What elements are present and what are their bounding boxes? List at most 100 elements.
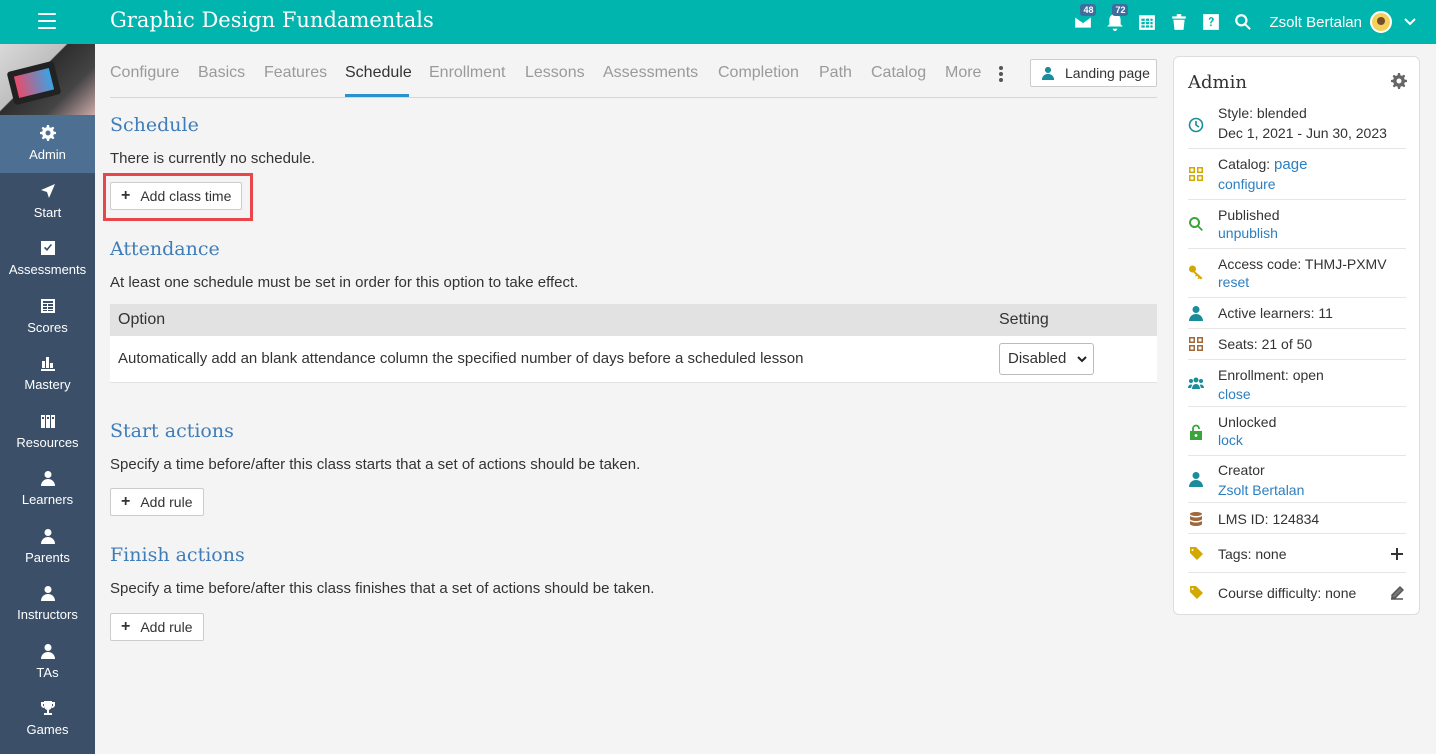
- trash-icon[interactable]: [1167, 10, 1191, 34]
- sidebar-item-learners[interactable]: Learners: [0, 460, 95, 518]
- menu-icon[interactable]: [38, 13, 56, 29]
- gear-icon[interactable]: [1391, 73, 1407, 89]
- sidebar-item-label: Assessments: [8, 262, 87, 278]
- help-icon[interactable]: [1199, 10, 1223, 34]
- style-label: Style: blended: [1218, 105, 1307, 121]
- calendar-icon[interactable]: [1135, 10, 1159, 34]
- tab-assessments[interactable]: Assessments: [603, 64, 698, 82]
- finish-actions-text: Specify a time before/after this class f…: [110, 580, 655, 597]
- start-actions-title: Start actions: [110, 420, 234, 442]
- sidebar-item-label: Start: [33, 204, 62, 220]
- notifications-icon[interactable]: 72: [1103, 4, 1129, 34]
- tab-path[interactable]: Path: [819, 64, 852, 82]
- sidebar-item-admin[interactable]: Admin: [0, 115, 95, 173]
- creator-link[interactable]: Zsolt Bertalan: [1218, 482, 1304, 498]
- sidebar-item-resources[interactable]: Resources: [0, 403, 95, 461]
- tab-configure[interactable]: Configure: [110, 64, 179, 82]
- add-finish-rule-button[interactable]: + Add rule: [110, 613, 204, 641]
- tab-completion[interactable]: Completion: [718, 64, 799, 82]
- tags-row: Tags: none: [1188, 535, 1406, 573]
- gear-icon: [39, 125, 56, 142]
- reset-link[interactable]: reset: [1218, 274, 1249, 290]
- sidebar-item-instructors[interactable]: Instructors: [0, 575, 95, 633]
- sidebar-item-scores[interactable]: Scores: [0, 288, 95, 346]
- catalog-label: Catalog:: [1218, 156, 1271, 172]
- messages-badge: 48: [1080, 4, 1097, 16]
- group-icon: [1188, 377, 1204, 389]
- sidebar-item-label: Instructors: [17, 607, 78, 623]
- tab-enrollment[interactable]: Enrollment: [429, 64, 505, 82]
- creator-row: Creator Zsolt Bertalan: [1188, 457, 1406, 503]
- difficulty-label: Course difficulty: none: [1218, 585, 1357, 601]
- top-toolbar: 48 72 Zsolt Bertalan: [1071, 0, 1436, 44]
- panel-title: Admin: [1188, 72, 1247, 93]
- tab-more[interactable]: More: [945, 64, 981, 82]
- sidebar-item-assessments[interactable]: Assessments: [0, 230, 95, 288]
- attendance-setting-value: Disabled: [1008, 350, 1067, 367]
- gradebook-icon: [40, 298, 55, 313]
- attendance-setting-select[interactable]: Disabled: [999, 343, 1094, 375]
- page-title: Graphic Design Fundamentals: [110, 8, 434, 32]
- books-icon: [40, 414, 55, 428]
- search-icon: [1189, 217, 1203, 231]
- messages-icon[interactable]: 48: [1071, 4, 1097, 34]
- database-icon: [1190, 512, 1202, 526]
- person-icon: [40, 471, 55, 487]
- chevron-down-icon[interactable]: [1404, 16, 1416, 28]
- attendance-table: Option Setting Automatically add an blan…: [110, 304, 1157, 383]
- sidebar-item-label: Mastery: [24, 377, 71, 393]
- table-row: Automatically add an blank attendance co…: [110, 336, 1157, 382]
- sidebar-item-tas[interactable]: TAs: [0, 633, 95, 691]
- checkbox-icon: [40, 241, 55, 256]
- add-rule-label: Add rule: [140, 494, 193, 510]
- arrow-icon: [40, 183, 55, 198]
- tab-catalog[interactable]: Catalog: [871, 64, 926, 82]
- style-row: Style: blended Dec 1, 2021 - Jun 30, 202…: [1188, 105, 1406, 149]
- person-icon: [1189, 306, 1203, 321]
- landing-page-button[interactable]: Landing page: [1030, 59, 1157, 87]
- add-start-rule-button[interactable]: + Add rule: [110, 488, 204, 516]
- catalog-label-line: Catalog: page: [1218, 156, 1307, 173]
- tab-lessons[interactable]: Lessons: [525, 64, 585, 82]
- landing-page-label: Landing page: [1065, 65, 1150, 81]
- lms-id-row: LMS ID: 124834: [1188, 504, 1406, 534]
- user-name[interactable]: Zsolt Bertalan: [1269, 14, 1362, 31]
- sidebar-item-games[interactable]: Games: [0, 690, 95, 748]
- sidebar-item-label: Admin: [29, 147, 66, 163]
- catalog-grid-icon: [1189, 167, 1203, 181]
- tab-schedule[interactable]: Schedule: [345, 64, 412, 82]
- sidebar-item-label: Resources: [16, 434, 79, 450]
- key-icon: [1189, 265, 1203, 280]
- course-tabs: Configure Basics Features Schedule Enrol…: [110, 54, 1157, 98]
- unpublish-link[interactable]: unpublish: [1218, 225, 1278, 241]
- tab-basics[interactable]: Basics: [198, 64, 245, 82]
- col-setting: Setting: [999, 311, 1049, 328]
- catalog-page-link[interactable]: page: [1274, 156, 1307, 173]
- add-tag-icon[interactable]: [1390, 547, 1404, 561]
- unlocked-label: Unlocked: [1218, 414, 1277, 430]
- enrollment-row: Enrollment: open close: [1188, 361, 1406, 407]
- person-icon: [1189, 472, 1203, 487]
- catalog-configure-link[interactable]: configure: [1218, 176, 1276, 192]
- search-icon[interactable]: [1231, 10, 1255, 34]
- close-enrollment-link[interactable]: close: [1218, 386, 1251, 402]
- published-label: Published: [1218, 207, 1280, 223]
- person-icon: [40, 586, 55, 602]
- active-learners-label: Active learners: 11: [1218, 305, 1333, 321]
- tab-features[interactable]: Features: [264, 64, 327, 82]
- lock-link[interactable]: lock: [1218, 432, 1243, 448]
- sidebar: Admin Start Assessments Scores Mastery R…: [0, 44, 95, 754]
- schedule-title: Schedule: [110, 114, 199, 136]
- sidebar-item-mastery[interactable]: Mastery: [0, 345, 95, 403]
- tag-icon: [1189, 547, 1203, 560]
- seats-label: Seats: 21 of 50: [1218, 336, 1313, 352]
- more-options-icon[interactable]: [999, 66, 1003, 82]
- sidebar-item-label: Games: [26, 722, 69, 738]
- course-thumbnail[interactable]: [0, 44, 95, 115]
- sidebar-item-parents[interactable]: Parents: [0, 518, 95, 576]
- tag-icon: [1189, 586, 1203, 599]
- edit-pencil-icon[interactable]: [1390, 586, 1404, 600]
- plus-icon: +: [121, 493, 131, 510]
- avatar[interactable]: [1370, 11, 1392, 33]
- sidebar-item-start[interactable]: Start: [0, 173, 95, 231]
